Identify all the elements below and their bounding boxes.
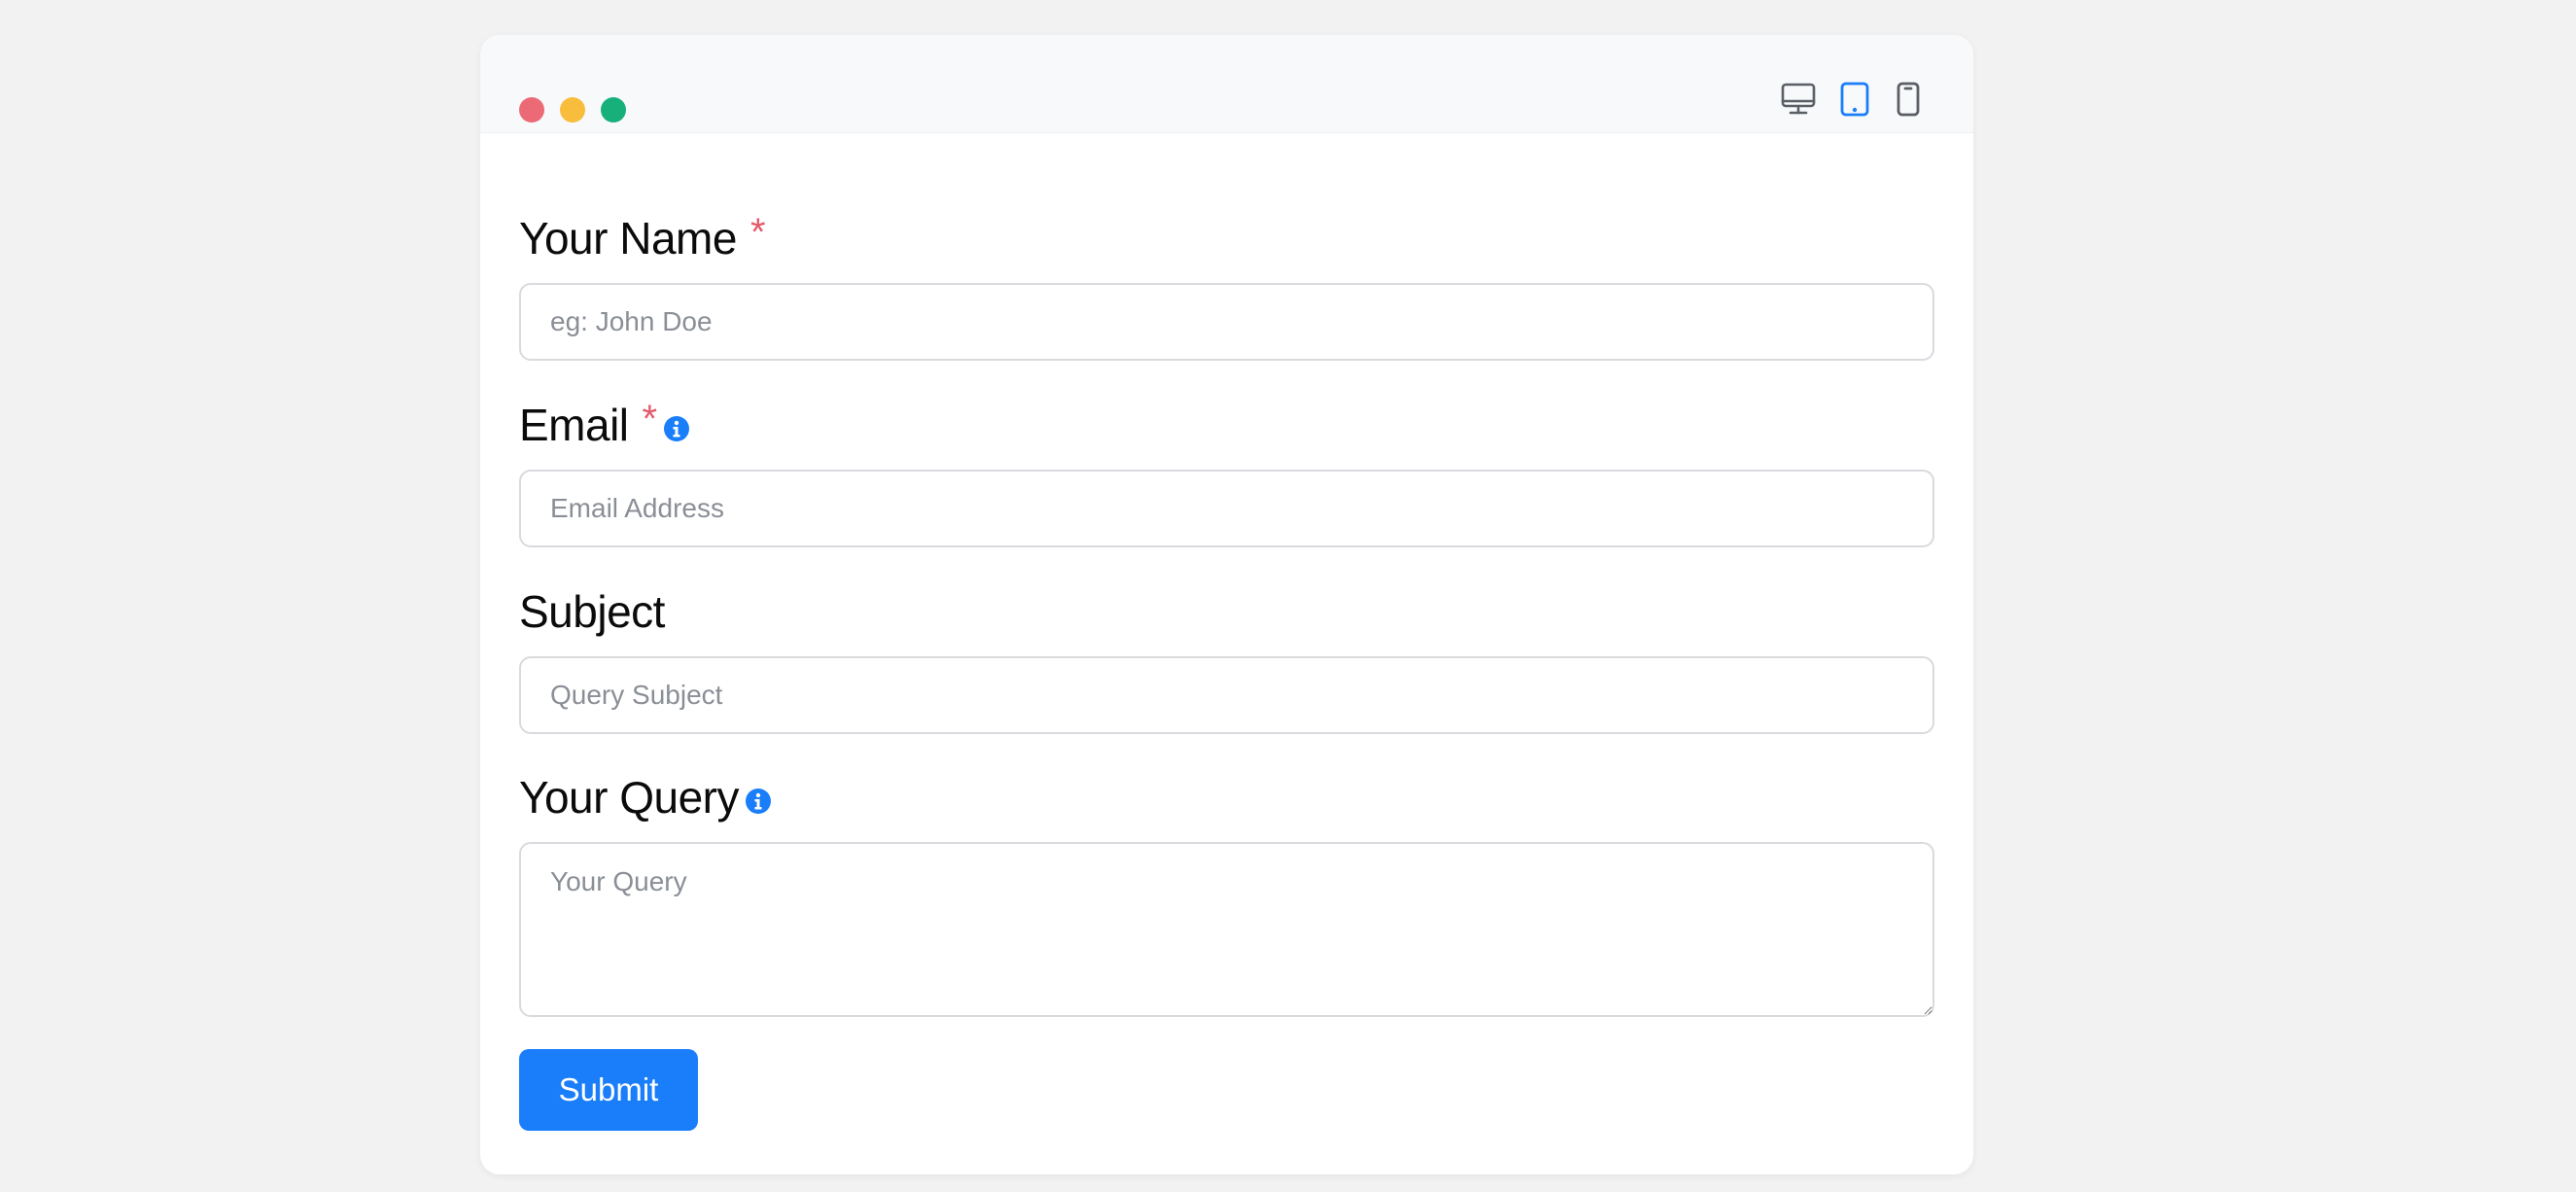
email-label: Email * xyxy=(519,396,1934,454)
email-input[interactable] xyxy=(519,470,1934,547)
desktop-icon[interactable] xyxy=(1781,82,1816,117)
tablet-icon[interactable] xyxy=(1837,82,1872,117)
name-input[interactable] xyxy=(519,283,1934,361)
info-icon[interactable] xyxy=(745,788,772,815)
mobile-icon[interactable] xyxy=(1894,82,1923,117)
query-field-group: Your Query xyxy=(519,768,1934,1022)
maximize-window-dot[interactable] xyxy=(601,97,626,123)
name-label: Your Name * xyxy=(519,209,1934,267)
subject-label: Subject xyxy=(519,582,1934,641)
required-mark: * xyxy=(642,398,658,440)
email-label-text: Email xyxy=(519,400,629,450)
name-label-text: Your Name xyxy=(519,213,737,263)
subject-field-group: Subject xyxy=(519,582,1934,734)
minimize-window-dot[interactable] xyxy=(560,97,585,123)
name-field-group: Your Name * xyxy=(519,209,1934,361)
email-field-group: Email * xyxy=(519,396,1934,547)
subject-label-text: Subject xyxy=(519,586,665,637)
query-label: Your Query xyxy=(519,768,1934,826)
submit-button[interactable]: Submit xyxy=(519,1049,698,1131)
window-titlebar xyxy=(480,35,1973,133)
close-window-dot[interactable] xyxy=(519,97,544,123)
form-preview-window: Your Name * Email * xyxy=(480,35,1973,1174)
query-textarea[interactable] xyxy=(519,842,1934,1017)
subject-input[interactable] xyxy=(519,656,1934,734)
required-mark: * xyxy=(749,211,766,254)
query-label-text: Your Query xyxy=(519,772,740,823)
info-icon[interactable] xyxy=(663,415,690,442)
